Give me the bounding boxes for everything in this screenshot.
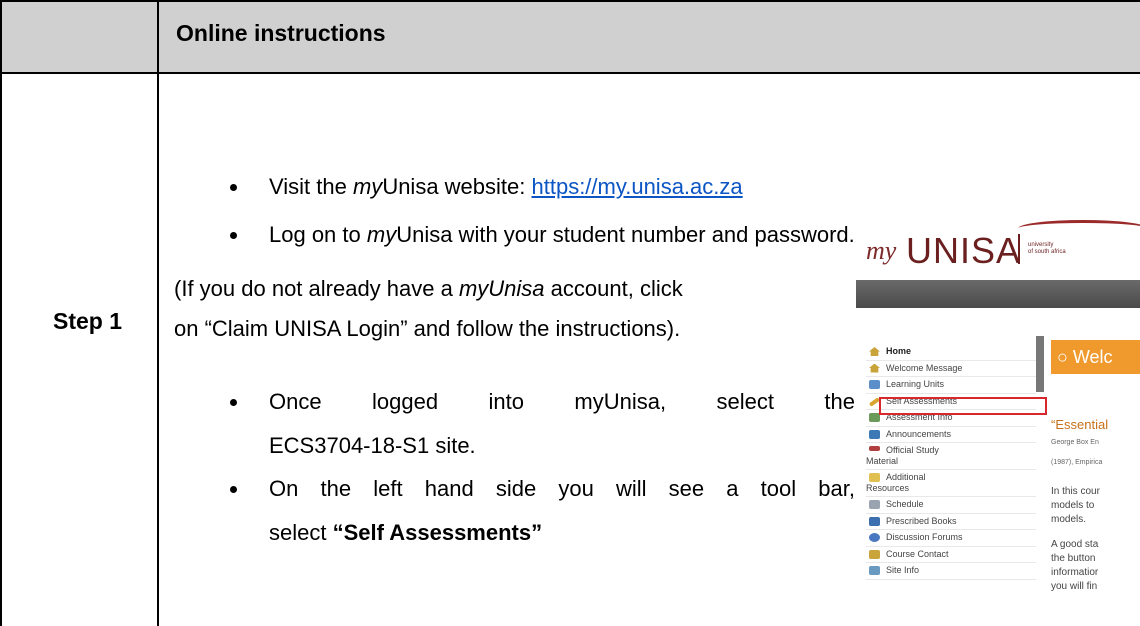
menu-label: Resources — [866, 483, 910, 493]
calendar-icon — [869, 500, 880, 509]
menu-label: Official Study — [886, 445, 939, 455]
menu-label: Material — [866, 456, 899, 466]
para2-line: informatior — [1051, 567, 1099, 578]
para1-line: models. — [1051, 514, 1087, 525]
home-icon — [869, 347, 880, 356]
welcome-text: Welc — [1072, 347, 1113, 367]
menu-item-course-contact[interactable]: Course Contact — [866, 547, 1036, 563]
menu-item-home[interactable]: Home — [866, 344, 1036, 361]
bullet-text: Unisa website: — [382, 174, 532, 199]
bullet-italic: my — [366, 222, 397, 247]
folder-icon — [869, 473, 880, 482]
bullet-select-site-line2: ECS3704-18-S1 site. — [269, 433, 476, 458]
menu-item-site-info[interactable]: Site Info — [866, 563, 1036, 580]
header-title: Online instructions — [176, 20, 386, 46]
bullet-select-site-line1: Once logged into myUnisa, select the — [269, 389, 855, 414]
site-info-icon — [869, 566, 880, 575]
myunisa-logo: my UNISA university of south africa — [866, 220, 1140, 271]
logo-my: my — [866, 236, 897, 265]
menu-item-official-study-material[interactable]: Official Study Material — [866, 443, 1036, 470]
logo-small-line: of south africa — [1028, 249, 1066, 255]
home-icon — [869, 363, 880, 373]
table-border-left — [0, 0, 2, 626]
bullet-toolbar-line1: On the left hand side you will see a too… — [269, 476, 855, 501]
logo-divider — [1018, 234, 1020, 264]
logo-small-text: university of south africa — [1028, 242, 1066, 256]
author-line-2: (1987), Empirica — [1051, 459, 1103, 466]
megaphone-icon — [869, 429, 880, 439]
contact-icon — [869, 549, 880, 559]
menu-item-announcements[interactable]: Announcements — [866, 427, 1036, 443]
menu-item-prescribed-books[interactable]: Prescribed Books — [866, 514, 1036, 530]
para2-line: the button — [1051, 553, 1096, 564]
note-line-2: on “Claim UNISA Login” and follow the in… — [174, 316, 681, 341]
self-assessments-bold: “Self Assessments” — [332, 520, 543, 545]
menu-item-learning-units[interactable]: Learning Units — [866, 377, 1036, 394]
bullet-text: select — [269, 520, 333, 545]
menu-label: Announcements — [886, 428, 952, 439]
bullet-toolbar-line2: select “Self Assessments” — [269, 520, 542, 546]
table-border-top — [0, 0, 1140, 2]
book-icon — [869, 446, 880, 451]
para2-line: A good sta — [1051, 539, 1099, 550]
para1-line: models to — [1051, 500, 1095, 511]
logo-swoosh — [1018, 220, 1140, 237]
bullet-dot — [230, 399, 237, 406]
header-row — [0, 0, 1140, 74]
menu-item-schedule[interactable]: Schedule — [866, 497, 1036, 514]
note-text: account, click — [544, 276, 683, 301]
note-italic: myUnisa — [458, 276, 545, 301]
table-border-header — [0, 72, 1140, 74]
bullet-text: Log on to — [269, 222, 367, 247]
bullet-dot — [230, 184, 237, 191]
tool-menu: Home Welcome Message Learning Units Self… — [866, 344, 1036, 580]
logo-small-line: university — [1028, 242, 1054, 248]
menu-collapse-handle[interactable] — [1036, 336, 1044, 392]
bullet-italic: my — [352, 174, 383, 199]
essential-quote: “Essential — [1051, 417, 1109, 432]
menu-label: Site Info — [886, 565, 920, 575]
para2-line: you will fin — [1051, 581, 1098, 592]
welcome-banner: ○ Welc — [1051, 340, 1140, 374]
menu-item-welcome[interactable]: Welcome Message — [866, 361, 1036, 377]
note-text: (If you do not already have a — [174, 276, 459, 301]
menu-label: Prescribed Books — [886, 515, 957, 526]
self-assessments-highlight — [879, 397, 1047, 415]
bullet-dot — [230, 232, 237, 239]
menu-item-discussion-forums[interactable]: Discussion Forums — [866, 530, 1036, 547]
para1-line: In this cour — [1051, 486, 1100, 497]
menu-item-additional-resources[interactable]: Additional Resources — [866, 470, 1036, 497]
screenshot-nav-bar — [856, 280, 1140, 308]
bullet-dot — [230, 486, 237, 493]
menu-label: Schedule — [886, 499, 924, 509]
bullet-text: Visit the — [269, 174, 353, 199]
menu-label: Learning Units — [886, 379, 945, 389]
bullet-log-on: Log on to myUnisa with your student numb… — [269, 222, 855, 248]
author-line-1: George Box En — [1051, 439, 1099, 446]
menu-label: Welcome Message — [886, 362, 963, 373]
step-label: Step 1 — [53, 308, 123, 334]
myunisa-link[interactable]: https://my.unisa.ac.za — [532, 174, 743, 199]
logo-unisa: UNISA — [906, 230, 1022, 271]
menu-label: Additional — [886, 472, 926, 482]
bullet-visit-website: Visit the myUnisa website: https://my.un… — [269, 174, 743, 200]
bullet-text: Unisa with your student number and passw… — [396, 222, 855, 247]
menu-label: Course Contact — [886, 548, 949, 559]
books-icon — [869, 516, 880, 526]
table-column-divider — [157, 0, 159, 626]
window-icon — [869, 380, 880, 389]
note-line-1: (If you do not already have a myUnisa ac… — [174, 276, 683, 302]
menu-label: Discussion Forums — [886, 532, 963, 542]
menu-label: Home — [886, 346, 912, 356]
forum-icon — [869, 533, 880, 542]
